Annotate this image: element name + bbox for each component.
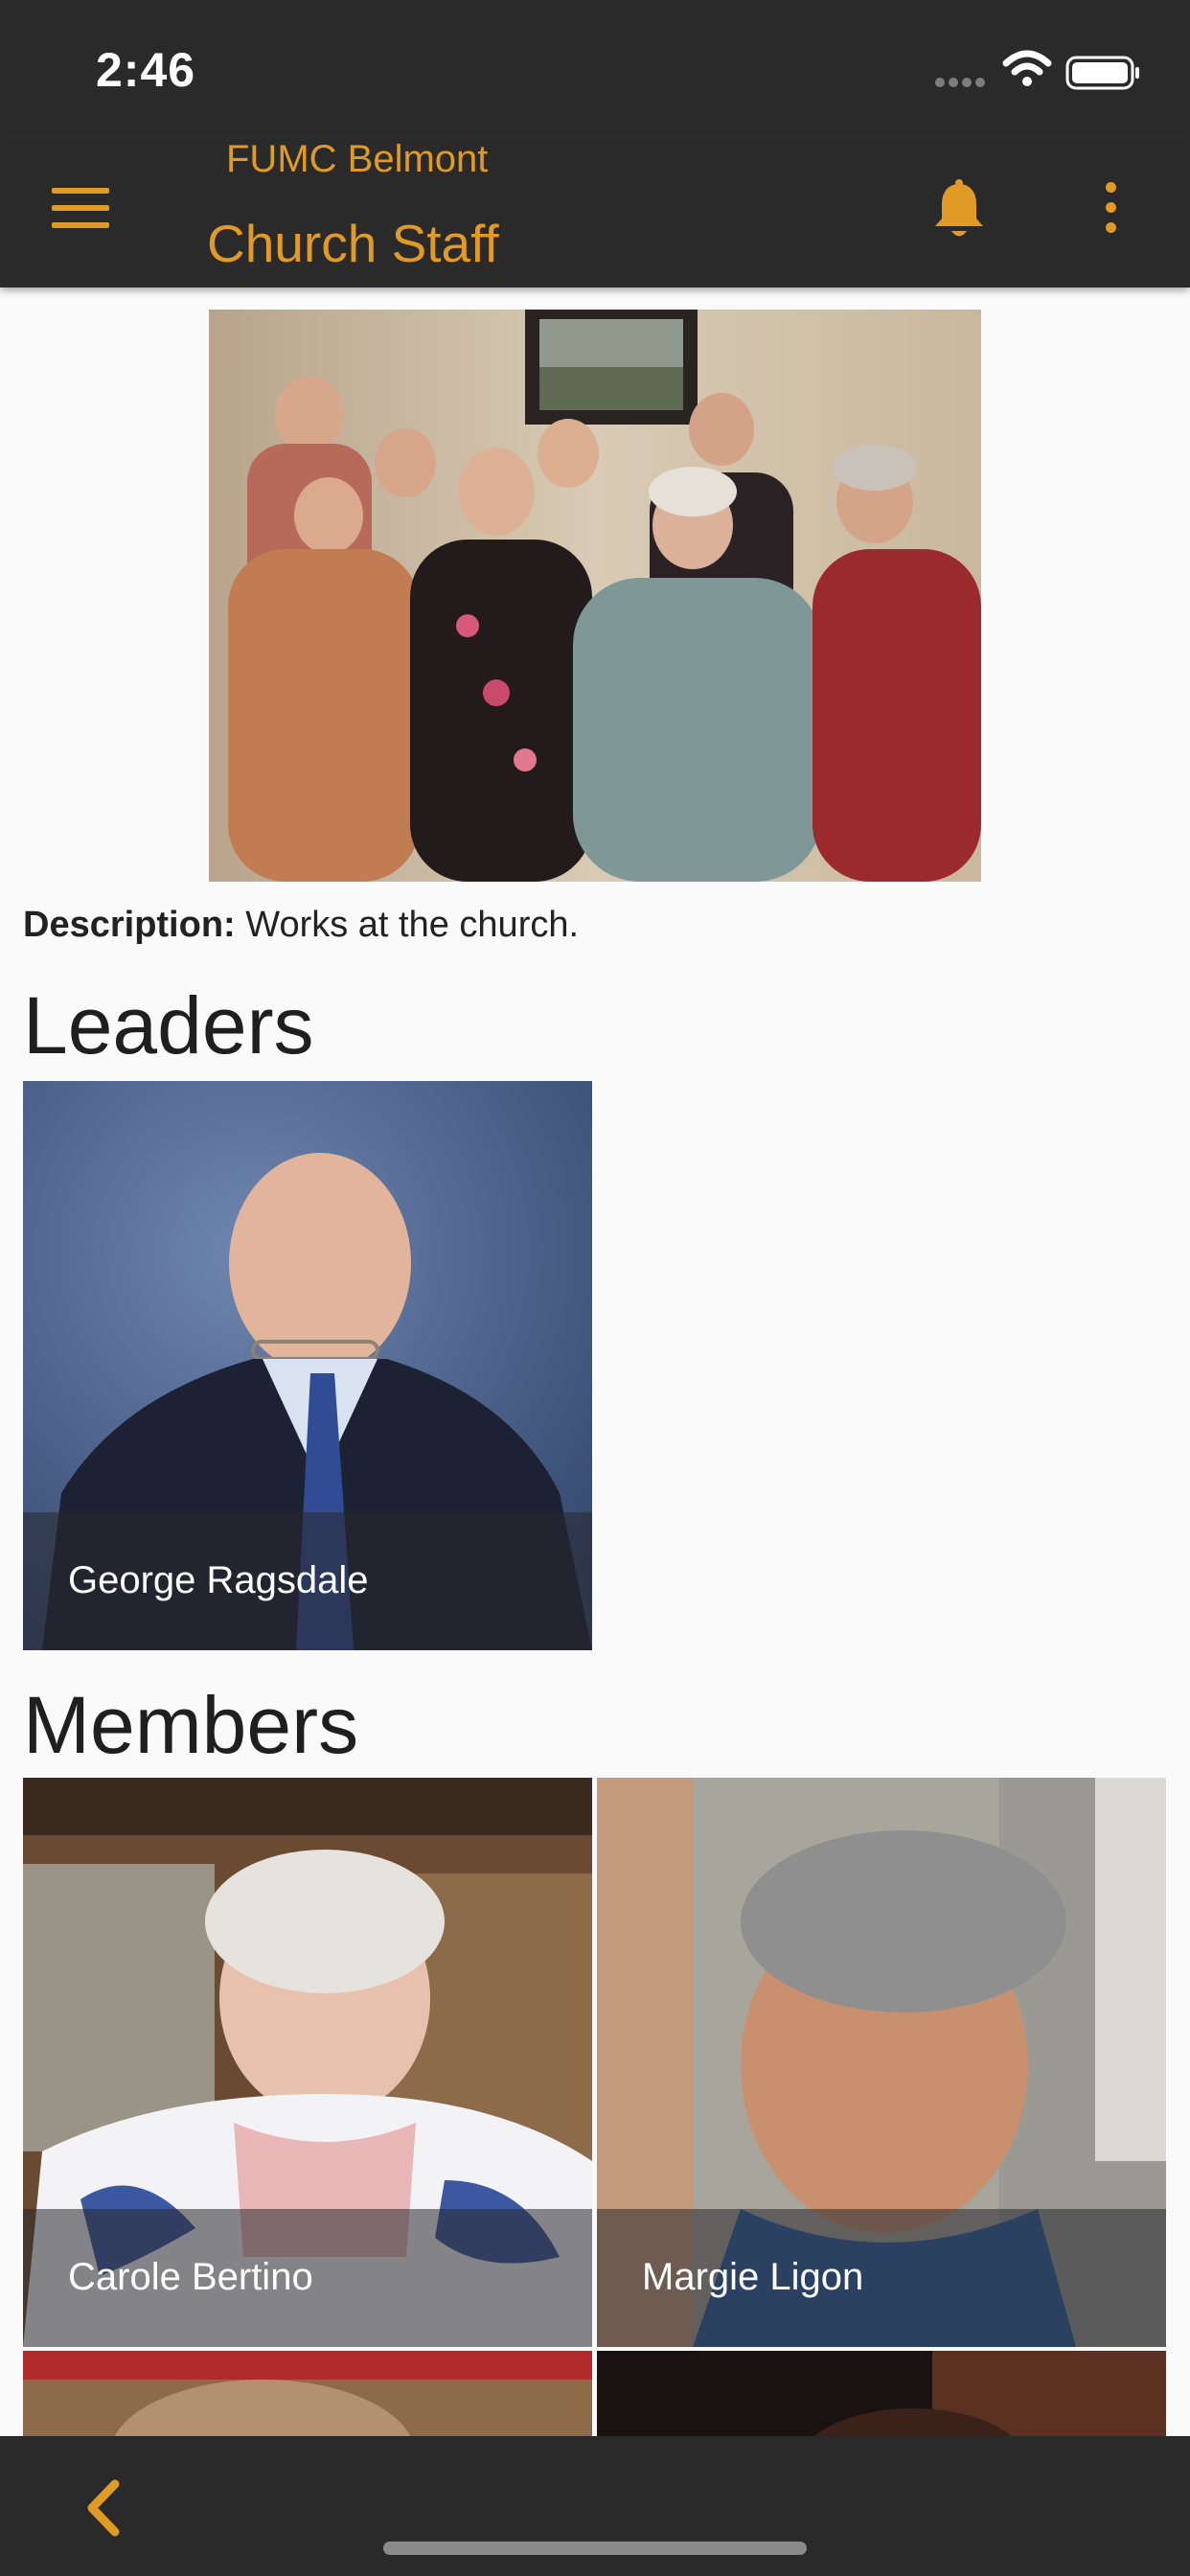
bottom-bar (0, 2436, 1190, 2576)
status-time: 2:46 (96, 43, 196, 97)
status-bar: 2:46 (0, 0, 1190, 134)
member-name: Carole Bertino (68, 2256, 313, 2298)
members-heading: Members (23, 1680, 359, 1770)
description-label: Description: (23, 905, 236, 945)
group-photo (209, 310, 981, 882)
chevron-left-icon[interactable] (80, 2474, 128, 2542)
app-subtitle: FUMC Belmont (226, 138, 489, 180)
menu-icon (52, 188, 109, 194)
battery-icon (1065, 56, 1139, 90)
app-bar: FUMC Belmont Church Staff (0, 134, 1190, 288)
bell-icon[interactable] (931, 178, 987, 245)
wifi-icon (1002, 50, 1052, 86)
group-description: Description: Works at the church. (23, 905, 579, 946)
page-title: Church Staff (207, 214, 499, 273)
member-tile[interactable]: Carole Bertino (23, 1778, 592, 2347)
leader-name: George Ragsdale (68, 1559, 369, 1601)
member-tile[interactable]: Margie Ligon (597, 1778, 1166, 2347)
description-text: Works at the church. (245, 905, 580, 945)
member-name: Margie Ligon (642, 2256, 864, 2298)
menu-button[interactable] (52, 188, 109, 230)
signal-dots-icon (935, 75, 989, 92)
more-vertical-icon[interactable] (1100, 182, 1121, 240)
leaders-heading: Leaders (23, 980, 314, 1070)
leader-tile[interactable]: George Ragsdale (23, 1081, 592, 1650)
home-indicator[interactable] (383, 2542, 807, 2555)
